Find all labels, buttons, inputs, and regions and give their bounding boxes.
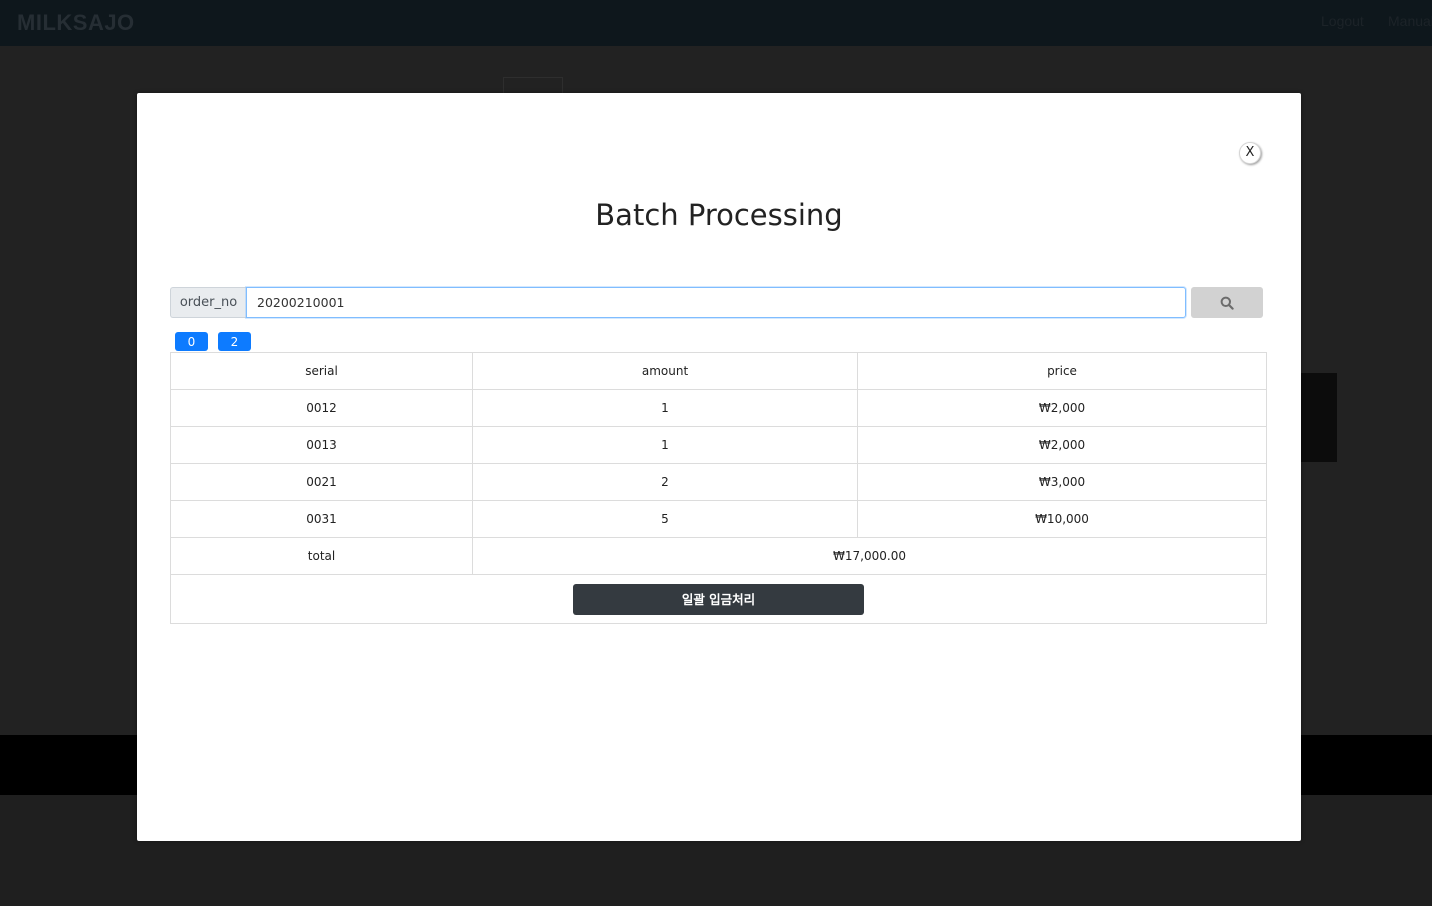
action-row: 일괄 입금처리 — [170, 574, 1267, 624]
search-button[interactable] — [1191, 287, 1263, 318]
cell-amount: 1 — [472, 389, 858, 427]
order-no-input[interactable] — [246, 287, 1186, 318]
total-label: total — [170, 537, 473, 575]
header-price: price — [857, 352, 1267, 390]
brand-logo: MILKSAJO — [17, 10, 135, 35]
cell-amount: 2 — [472, 463, 858, 501]
cell-serial: 0012 — [170, 389, 473, 427]
header-serial: serial — [170, 352, 473, 390]
modal-title: Batch Processing — [595, 198, 843, 232]
table-row: 0013 1 ₩2,000 — [170, 426, 1267, 464]
cell-serial: 0031 — [170, 500, 473, 538]
cell-price: ₩3,000 — [857, 463, 1267, 501]
batch-items-table: serial amount price 0012 1 ₩2,000 0013 1… — [170, 352, 1267, 624]
cell-serial: 0013 — [170, 426, 473, 464]
cell-serial: 0021 — [170, 463, 473, 501]
order-no-label: order_no — [170, 287, 246, 318]
total-row: total ₩17,000.00 — [170, 537, 1267, 575]
top-navbar: MILKSAJO Logout Manual — [0, 0, 1432, 46]
table-row: 0021 2 ₩3,000 — [170, 463, 1267, 501]
action-cell: 일괄 입금처리 — [170, 574, 1267, 624]
total-value: ₩17,000.00 — [472, 537, 1267, 575]
header-amount: amount — [472, 352, 858, 390]
cell-price: ₩10,000 — [857, 500, 1267, 538]
batch-processing-modal: X Batch Processing order_no 0 2 serial a… — [137, 93, 1301, 841]
cell-amount: 1 — [472, 426, 858, 464]
close-button[interactable]: X — [1239, 142, 1261, 164]
batch-deposit-button[interactable]: 일괄 입금처리 — [573, 583, 864, 615]
table-header-row: serial amount price — [170, 352, 1267, 390]
manual-link[interactable]: Manual — [1388, 13, 1432, 29]
page-button-0[interactable]: 0 — [175, 332, 208, 351]
page-button-1[interactable]: 2 — [218, 332, 251, 351]
logout-link[interactable]: Logout — [1321, 13, 1364, 29]
table-row: 0012 1 ₩2,000 — [170, 389, 1267, 427]
cell-price: ₩2,000 — [857, 426, 1267, 464]
table-row: 0031 5 ₩10,000 — [170, 500, 1267, 538]
cell-price: ₩2,000 — [857, 389, 1267, 427]
search-icon — [1220, 296, 1234, 310]
cell-amount: 5 — [472, 500, 858, 538]
